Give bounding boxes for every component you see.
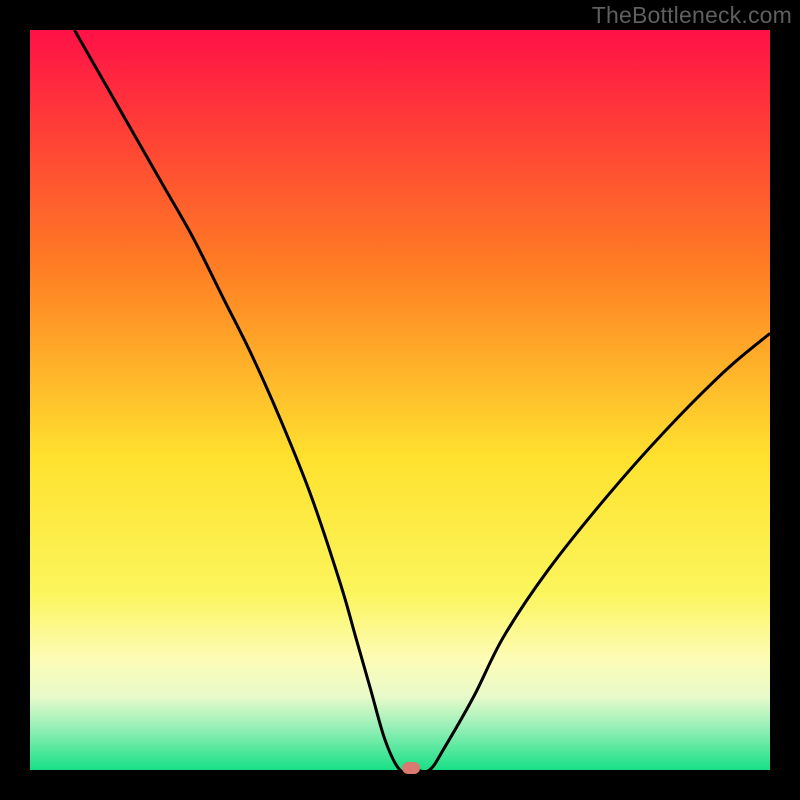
gradient-background [30, 30, 770, 770]
bottleneck-chart [0, 0, 800, 800]
chart-frame: TheBottleneck.com [0, 0, 800, 800]
watermark-text: TheBottleneck.com [592, 2, 792, 29]
optimum-marker [402, 762, 420, 774]
